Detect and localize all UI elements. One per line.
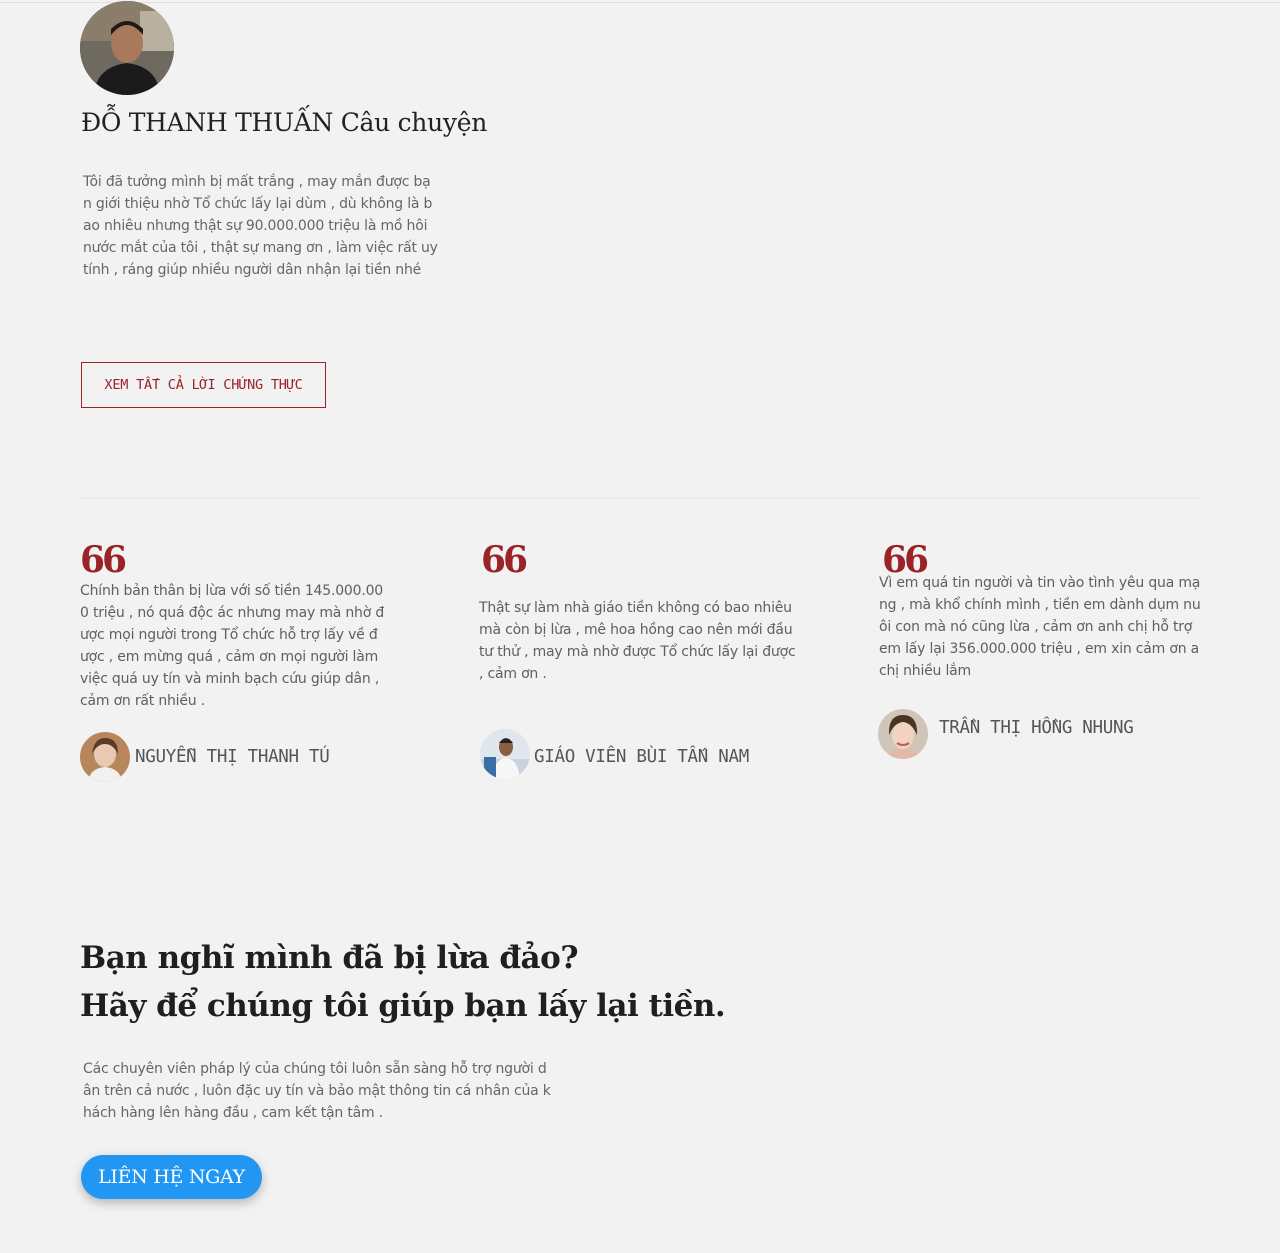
avatar [80,732,130,782]
quote-icon: 66 [80,539,127,581]
testimonial-text: Vì em quá tin người và tin vào tình yêu … [879,575,1201,679]
testimonial-name: GIÁO VIÊN BÙI TẤN NAM [534,747,749,767]
testimonial-name: TRẦN THỊ HỒNG NHUNG [939,718,1134,738]
section-divider [80,498,1200,499]
avatar [480,729,530,779]
quote-icon: 66 [481,539,528,581]
featured-title: ĐỖ THANH THUẤN Câu chuyện [81,108,488,137]
contact-now-button[interactable]: LIÊN HỆ NGAY [81,1155,262,1199]
cta-subheadline: Hãy để chúng tôi giúp bạn lấy lại tiền. [80,988,726,1024]
avatar [878,709,928,759]
cta-description: Các chuyên viên pháp lý của chúng tôi lu… [83,1061,551,1121]
view-all-testimonials-button[interactable]: XEM TẤT CẢ LỜI CHỨNG THỰC [81,362,326,408]
testimonial-text: Thật sự làm nhà giáo tiền không có bao n… [479,600,796,682]
featured-avatar [80,1,174,95]
testimonial-name: NGUYỄN THỊ THANH TÚ [135,747,330,767]
featured-story-text: Tôi đã tưởng mình bị mất trắng , may mắn… [83,174,438,278]
testimonial-text: Chính bản thân bị lừa với số tiền 145.00… [80,583,385,709]
top-rule [0,2,1280,3]
cta-headline: Bạn nghĩ mình đã bị lừa đảo? [80,940,578,976]
